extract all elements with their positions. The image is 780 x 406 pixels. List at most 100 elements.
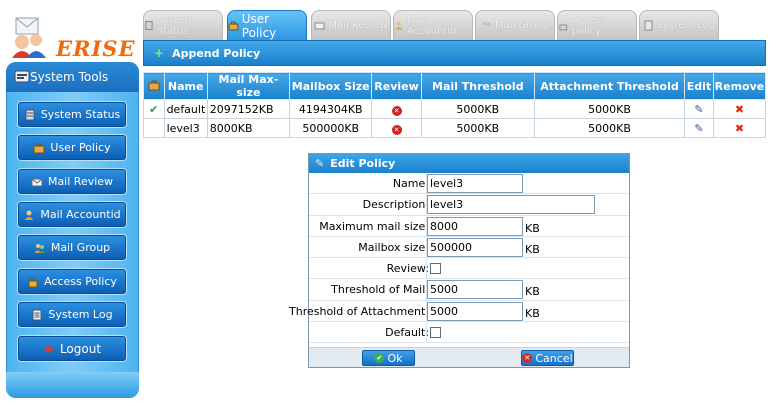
row-review-cell: ✕ xyxy=(371,118,422,138)
review-off-icon: ✕ xyxy=(391,105,402,116)
name-row: Name: xyxy=(309,173,629,195)
sidebar: ERISE System Tools System Status User Po… xyxy=(0,0,140,406)
nav-mail-review[interactable]: Mail Review xyxy=(18,169,126,194)
cancel-button[interactable]: ✕ Cancel xyxy=(521,350,574,366)
ok-button-label: Ok xyxy=(387,351,403,365)
lock-icon xyxy=(559,24,568,31)
tab-user-policy-label: User Policy xyxy=(241,11,277,40)
tab-mail-accountid-label: Mail Accountid xyxy=(406,14,457,37)
mailbox-size-label: Mailbox size: xyxy=(358,240,429,254)
row-remove-cell[interactable]: ✖ xyxy=(712,99,767,119)
nav-header: System Tools xyxy=(6,62,139,92)
logout-arrow-icon xyxy=(43,344,54,353)
nav-logout[interactable]: Logout xyxy=(18,336,126,361)
description-row: Description: xyxy=(309,194,629,216)
row-remove-cell[interactable]: ✖ xyxy=(712,118,767,138)
tab-access-policy[interactable]: Access policy xyxy=(557,10,637,40)
default-checkbox[interactable] xyxy=(430,327,441,339)
review-checkbox[interactable] xyxy=(430,263,441,275)
ok-icon: ✔ xyxy=(374,353,385,363)
remove-icon[interactable]: ✖ xyxy=(735,122,744,135)
nav-logout-label: Logout xyxy=(59,341,102,356)
col-mailmax-header: Mail Max-size xyxy=(206,72,291,100)
description-input[interactable] xyxy=(427,195,595,215)
row-selected-cell xyxy=(143,118,165,138)
table-header-row: Name Mail Max-size Mailbox Size Review M… xyxy=(143,72,767,100)
row-mail-max: 8000KB xyxy=(206,118,291,138)
cancel-icon: ✕ xyxy=(522,353,533,363)
nav-panel: System Tools System Status User Policy M… xyxy=(6,62,139,398)
briefcase-icon xyxy=(228,21,239,31)
threshold-mail-unit: KB xyxy=(525,285,540,299)
server-icon xyxy=(25,109,35,120)
lock-icon xyxy=(28,276,38,287)
row-mailbox: 4194304KB xyxy=(289,99,373,119)
top-tabs: System Status User Policy Mail Review Ma… xyxy=(143,10,780,40)
tools-icon xyxy=(14,70,30,83)
user-icon xyxy=(395,21,403,30)
tab-system-log-label: System Log xyxy=(656,20,716,31)
tab-system-status[interactable]: System Status xyxy=(143,10,223,40)
nav-access-policy[interactable]: Access Policy xyxy=(18,269,126,294)
ok-button[interactable]: ✔ Ok xyxy=(362,350,415,366)
tab-mail-group[interactable]: Mail Group xyxy=(475,10,555,40)
tab-system-log[interactable]: System Log xyxy=(639,10,719,40)
cancel-button-label: Cancel xyxy=(535,351,573,365)
tab-mail-review-label: Mail Review xyxy=(328,20,388,31)
remove-icon[interactable]: ✖ xyxy=(735,103,744,116)
row-edit-cell[interactable]: ✎ xyxy=(684,99,714,119)
nav-mail-group[interactable]: Mail Group xyxy=(18,235,126,260)
col-mailbox-header: Mailbox Size xyxy=(289,72,373,100)
nav-system-status[interactable]: System Status xyxy=(18,102,126,127)
row-edit-cell[interactable]: ✎ xyxy=(684,118,714,138)
check-icon: ✔ xyxy=(149,102,159,116)
nav-header-label: System Tools xyxy=(30,70,109,84)
tab-system-status-label: System Status xyxy=(156,14,195,37)
threshold-mail-input[interactable] xyxy=(427,280,523,300)
nav-user-policy[interactable]: User Policy xyxy=(18,135,126,160)
logo-icon xyxy=(12,17,46,58)
tab-mail-accountid[interactable]: Mail Accountid xyxy=(393,10,473,40)
mailbox-size-input[interactable] xyxy=(427,237,523,257)
threshold-attachment-input[interactable] xyxy=(427,301,523,321)
max-mail-size-input[interactable] xyxy=(427,216,523,236)
mail-icon xyxy=(31,178,43,186)
edit-policy-title: Edit Policy xyxy=(330,157,396,170)
tab-user-policy[interactable]: User Policy xyxy=(227,10,307,40)
mailbox-size-row: Mailbox size: KB xyxy=(309,236,629,259)
col-edit-header: Edit xyxy=(684,72,714,100)
nav-access-policy-label: Access Policy xyxy=(44,275,117,288)
default-row: Default: xyxy=(309,322,629,344)
group-icon xyxy=(34,243,46,253)
row-attach-threshold: 5000KB xyxy=(533,118,686,138)
logo: ERISE xyxy=(8,14,134,61)
table-row[interactable]: level3 8000KB 500000KB ✕ 5000KB 5000KB ✎… xyxy=(143,118,767,138)
review-row: Review: xyxy=(309,258,629,280)
mailbox-size-unit: KB xyxy=(525,242,540,256)
nav-mail-group-label: Mail Group xyxy=(50,241,111,254)
nav-mail-accountid[interactable]: Mail Accountid xyxy=(18,202,126,227)
nav-user-policy-label: User Policy xyxy=(50,141,111,154)
table-row[interactable]: ✔ default 2097152KB 4194304KB ✕ 5000KB 5… xyxy=(143,99,767,119)
row-attach-threshold: 5000KB xyxy=(533,99,686,119)
max-mail-size-row: Maximum mail size: KB xyxy=(309,215,629,237)
review-label: Review: xyxy=(386,262,429,276)
nav-system-log[interactable]: System Log xyxy=(18,302,126,327)
append-policy-bar[interactable]: + Append Policy xyxy=(143,40,766,66)
threshold-attachment-label: Threshold of Attachment: xyxy=(289,304,429,318)
review-off-icon: ✕ xyxy=(391,124,402,135)
default-label: Default: xyxy=(385,326,429,340)
nav-mail-accountid-label: Mail Accountid xyxy=(40,208,121,221)
mail-icon xyxy=(314,22,325,30)
name-input[interactable] xyxy=(427,174,523,193)
tab-mail-review[interactable]: Mail Review xyxy=(311,10,391,40)
row-divider xyxy=(426,258,427,279)
row-mail-threshold: 5000KB xyxy=(420,99,535,119)
row-name: level3 xyxy=(163,118,208,138)
tab-mail-group-label: Mail Group xyxy=(495,20,549,31)
dialog-button-bar: ✔ Ok ✕ Cancel xyxy=(309,347,629,367)
col-review-header: Review xyxy=(371,72,422,100)
edit-policy-title-bar: ✎ Edit Policy xyxy=(309,154,629,173)
pencil-icon[interactable]: ✎ xyxy=(694,122,703,135)
pencil-icon[interactable]: ✎ xyxy=(694,103,703,116)
